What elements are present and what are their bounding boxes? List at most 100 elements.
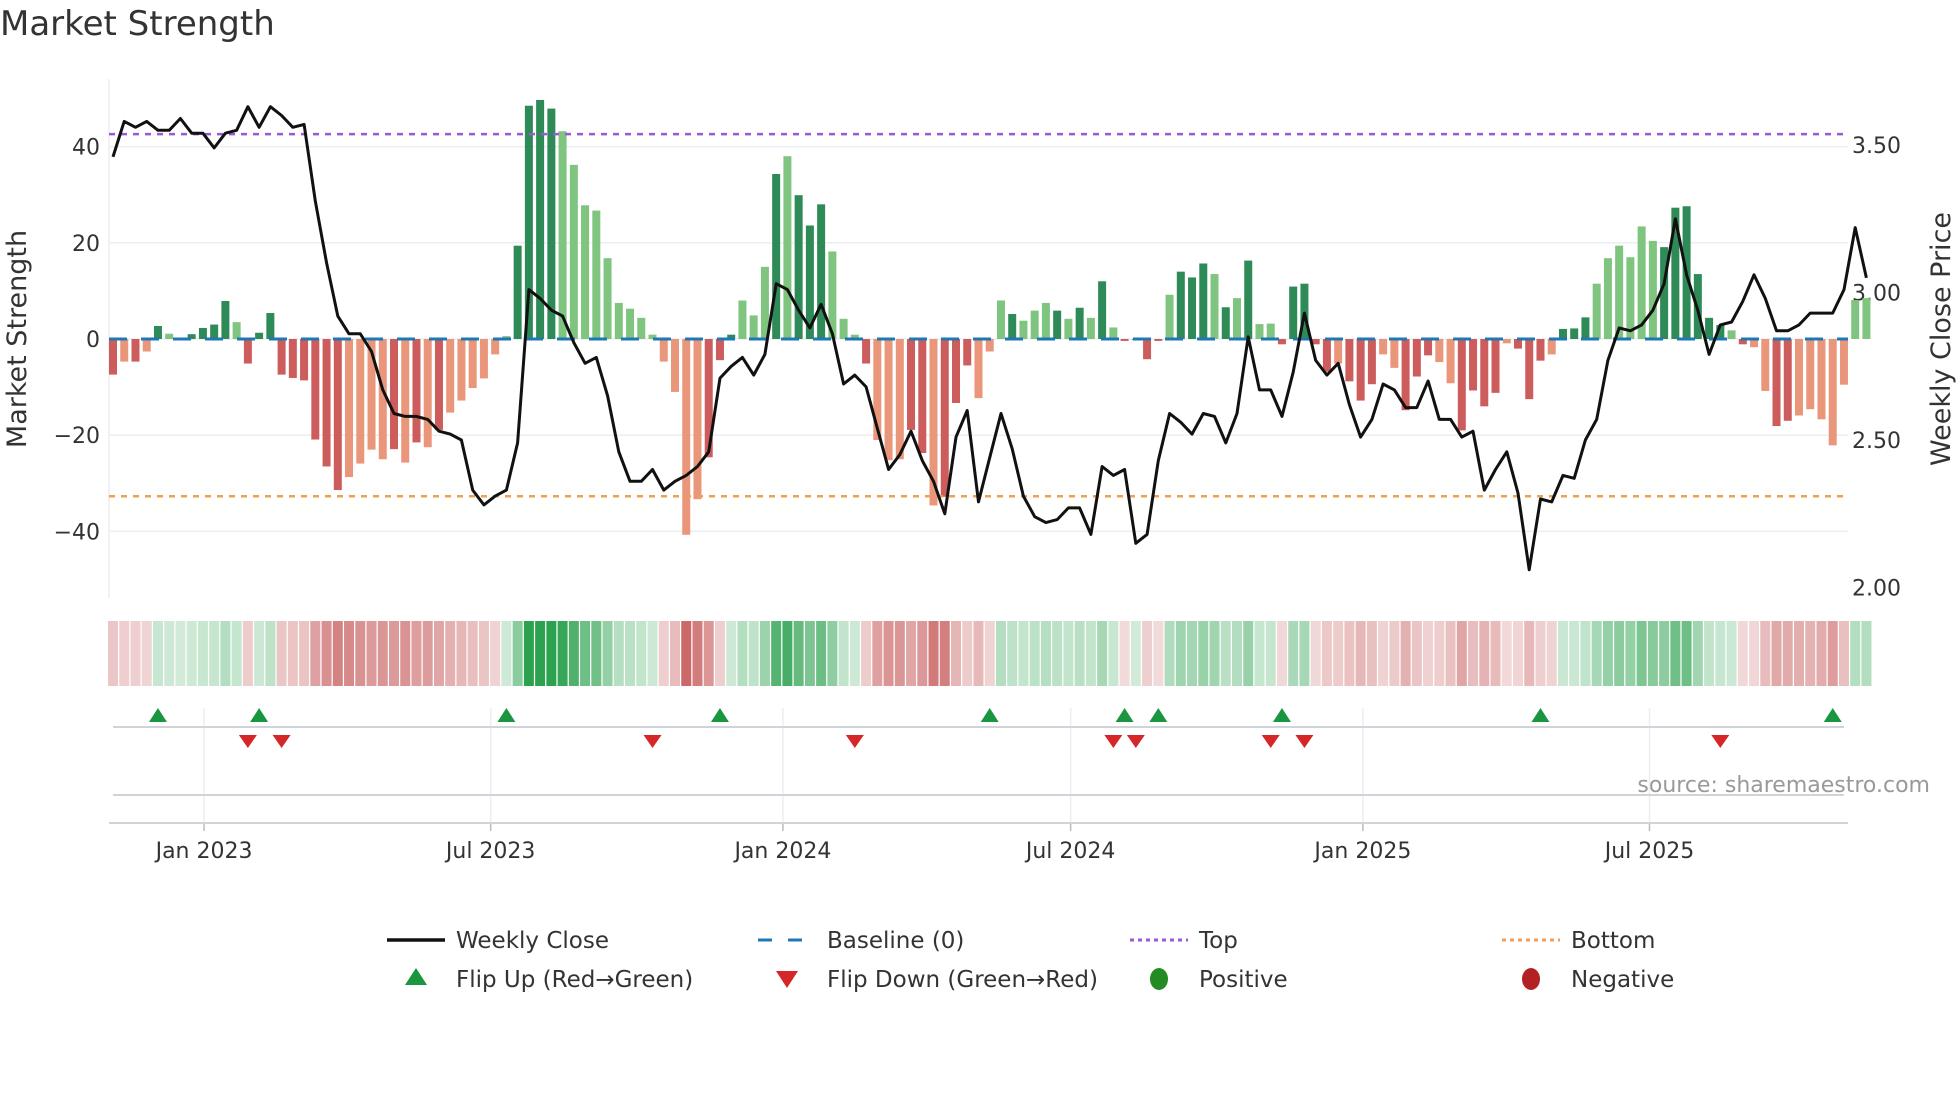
strength-strip-cell: [1468, 621, 1479, 686]
strength-bar: [1041, 302, 1050, 339]
strength-strip-cell: [1692, 621, 1703, 686]
strength-strip-cell: [1726, 621, 1737, 686]
strength-strip-cell: [1794, 621, 1804, 686]
strength-strip-cell: [1366, 621, 1377, 686]
strength-bar: [1457, 339, 1466, 431]
strength-bar: [1255, 324, 1264, 339]
strength-bar: [423, 339, 432, 448]
strength-strip-cell: [771, 621, 782, 686]
strength-strip-cell: [389, 621, 399, 686]
strength-strip-cell: [1659, 621, 1670, 686]
flip-down-marker: [643, 735, 662, 748]
strength-strip-cell: [580, 621, 591, 686]
flip-down-marker: [1295, 735, 1314, 748]
strength-strip-cell: [1220, 621, 1231, 686]
strength-bar: [1322, 339, 1331, 372]
legend-label: Flip Up (Red→Green): [456, 967, 693, 993]
legend-item: Flip Up (Red→Green): [405, 967, 693, 993]
strength-bar: [626, 308, 635, 339]
flip-up-marker: [1115, 708, 1134, 722]
strength-bar: [277, 339, 286, 375]
strength-strip-cell: [1063, 621, 1074, 686]
strength-strip-cell: [1546, 621, 1557, 686]
strength-strip-cell: [1198, 621, 1209, 686]
strength-strip-cell: [175, 621, 186, 686]
strength-strip-cell: [816, 621, 827, 686]
strength-strip-cell: [1164, 621, 1175, 686]
strength-strip-cell: [1715, 621, 1726, 686]
strength-strip-cell: [1187, 621, 1198, 686]
strength-strip-cell: [1782, 621, 1793, 686]
strength-strip-cell: [467, 621, 478, 686]
strength-bar: [1502, 339, 1511, 344]
strength-bar: [109, 339, 117, 375]
strength-strip-cell: [130, 621, 141, 686]
strength-strip-cell: [591, 621, 602, 686]
strength-bar: [333, 339, 342, 491]
strength-bar: [715, 339, 724, 361]
strength-strip-cell: [1625, 621, 1636, 686]
strength-bar: [1086, 317, 1095, 339]
strength-strip-cell: [1681, 621, 1692, 686]
date-tick-label: Jan 2025: [1312, 839, 1411, 864]
strength-strip-cell: [1333, 621, 1344, 686]
strength-strip-cell: [636, 621, 647, 686]
strength-strip-cell: [1591, 621, 1602, 686]
strength-strip-cell: [1513, 621, 1523, 686]
flip-up-marker: [148, 708, 167, 722]
strength-bar: [1221, 307, 1230, 339]
strength-bar: [1053, 310, 1062, 339]
legend-item: Flip Down (Green→Red): [776, 967, 1098, 993]
strength-bar: [1525, 339, 1534, 400]
strength-bar: [569, 164, 578, 339]
strength-strip-cell: [433, 621, 444, 686]
strength-strip-cell: [1265, 621, 1276, 686]
strength-strip-cell: [141, 621, 152, 686]
strength-bar: [221, 301, 230, 339]
strength-bar: [1536, 339, 1545, 361]
strength-bar: [682, 339, 691, 535]
strength-strip-cell: [1838, 621, 1849, 686]
strength-strip-cell: [602, 621, 613, 686]
date-tick-label: Jul 2023: [444, 839, 536, 864]
date-tick-label: Jan 2024: [732, 839, 831, 864]
strength-bar: [895, 339, 904, 460]
strength-strip-cell: [1670, 621, 1681, 686]
flip-up-marker: [497, 708, 516, 722]
strength-strip-cell: [209, 621, 220, 686]
strength-strip-cell: [1029, 621, 1040, 686]
strength-strip-cell: [411, 621, 422, 686]
strength-strip-cell: [1040, 621, 1051, 686]
strength-strip-cell: [703, 621, 714, 686]
strength-strip-cell: [310, 621, 321, 686]
strength-strip-cell: [422, 621, 433, 686]
strength-bar: [1379, 339, 1388, 355]
strength-bar: [1558, 328, 1567, 339]
legend-label: Bottom: [1571, 928, 1655, 954]
legend-item: Bottom: [1502, 928, 1655, 954]
strength-bar: [940, 339, 949, 497]
strength-strip-cell: [1321, 621, 1332, 686]
strength-strip-cell: [872, 621, 883, 686]
strength-strip-cell: [883, 621, 894, 686]
strength-bar: [1761, 339, 1770, 391]
strength-strip-cell: [1209, 621, 1220, 686]
legend-item: Positive: [1150, 967, 1288, 993]
strength-strip-cell: [692, 621, 703, 686]
strength-strip-cell: [512, 621, 523, 686]
strength-strip-cell: [1602, 621, 1613, 686]
strength-bar: [1412, 339, 1421, 377]
legend-circle-icon: [1150, 968, 1168, 990]
strength-strip-cell: [1097, 621, 1108, 686]
right-tick-label: 2.00: [1852, 577, 1901, 602]
strength-strip-cell: [1355, 621, 1366, 686]
legend-label: Flip Down (Green→Red): [827, 967, 1098, 993]
strength-bar: [1570, 328, 1579, 339]
strength-bar: [1424, 339, 1433, 356]
strength-bar: [1806, 339, 1815, 410]
legend-item: Weekly Close: [387, 928, 609, 954]
strength-strip-cell: [152, 621, 163, 686]
strength-bar: [457, 339, 466, 401]
strength-strip-cell: [625, 621, 636, 686]
strength-strip-cell: [490, 621, 501, 686]
